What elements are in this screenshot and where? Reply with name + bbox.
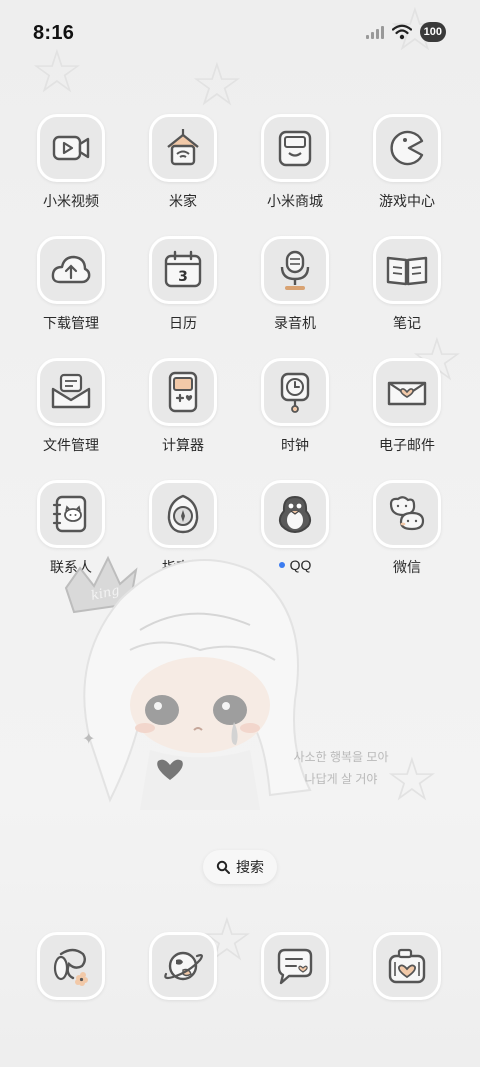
app-label: 电子邮件 (379, 437, 435, 453)
status-time: 8:16 (33, 22, 75, 44)
svg-text:✦: ✦ (82, 729, 95, 748)
app-label: 微信 (393, 559, 421, 575)
dog-flower-icon (37, 932, 105, 1000)
cloud-download-icon (37, 236, 105, 304)
dock-app-messages[interactable] (240, 932, 350, 1000)
planet-icon (149, 932, 217, 1000)
compass-egg-icon (149, 480, 217, 548)
caption-line-2: 나답게 살 거야 (304, 772, 378, 786)
video-camera-icon (37, 114, 105, 182)
app-label: 计算器 (162, 437, 204, 453)
app-label: 小米商城 (267, 193, 323, 209)
app-xiaomi-video[interactable]: 小米视频 (16, 114, 126, 211)
dock-app-browser[interactable] (128, 932, 238, 1000)
app-notes[interactable]: 笔记 (352, 236, 462, 333)
cellular-signal-icon (365, 25, 384, 39)
app-xiaomi-mall[interactable]: 小米商城 (240, 114, 350, 211)
message-bubble-icon (261, 932, 329, 1000)
calendar-icon: 3 (149, 236, 217, 304)
dock-app-phone[interactable] (16, 932, 126, 1000)
calendar-day: 3 (178, 269, 188, 285)
app-wechat[interactable]: 微信 (352, 480, 462, 577)
dock-app-camera[interactable] (352, 932, 462, 1000)
battery-indicator: 100 (419, 22, 446, 42)
app-calculator[interactable]: 计算器 (128, 358, 238, 455)
clock-icon (261, 358, 329, 426)
app-label: 小米视频 (43, 193, 99, 209)
camera-heart-icon (373, 932, 441, 1000)
app-clock[interactable]: 时钟 (240, 358, 350, 455)
smart-home-icon (149, 114, 217, 182)
shopping-bag-icon (261, 114, 329, 182)
app-label: 下载管理 (43, 315, 99, 331)
wallpaper-caption: 사소한 행복을 모아 나답게 살 거야 (282, 746, 400, 790)
notebook-icon (373, 236, 441, 304)
app-label: 文件管理 (43, 437, 99, 453)
app-label: 游戏中心 (379, 193, 435, 209)
pacman-icon (373, 114, 441, 182)
app-label: 时钟 (281, 437, 309, 453)
status-bar: 8:16 100 (0, 0, 480, 66)
contact-book-icon (37, 480, 105, 548)
app-label: 录音机 (274, 315, 316, 331)
envelope-file-icon (37, 358, 105, 426)
search-button[interactable]: 搜索 (203, 850, 277, 884)
game-console-icon (149, 358, 217, 426)
app-mijia[interactable]: 米家 (128, 114, 238, 211)
search-icon (216, 860, 230, 874)
wifi-icon (391, 24, 412, 40)
chat-bubbles-icon (373, 480, 441, 548)
microphone-icon (261, 236, 329, 304)
app-email[interactable]: 电子邮件 (352, 358, 462, 455)
penguin-icon (261, 480, 329, 548)
caption-line-1: 사소한 행복을 모아 (293, 750, 389, 764)
app-download-manager[interactable]: 下载管理 (16, 236, 126, 333)
app-label: 日历 (169, 315, 197, 331)
heart-letter-icon (373, 358, 441, 426)
app-label: 米家 (169, 193, 197, 209)
app-file-manager[interactable]: 文件管理 (16, 358, 126, 455)
app-game-center[interactable]: 游戏中心 (352, 114, 462, 211)
app-calendar[interactable]: 3 日历 (128, 236, 238, 333)
app-recorder[interactable]: 录音机 (240, 236, 350, 333)
app-label: 笔记 (393, 315, 421, 331)
search-label: 搜索 (236, 859, 264, 875)
